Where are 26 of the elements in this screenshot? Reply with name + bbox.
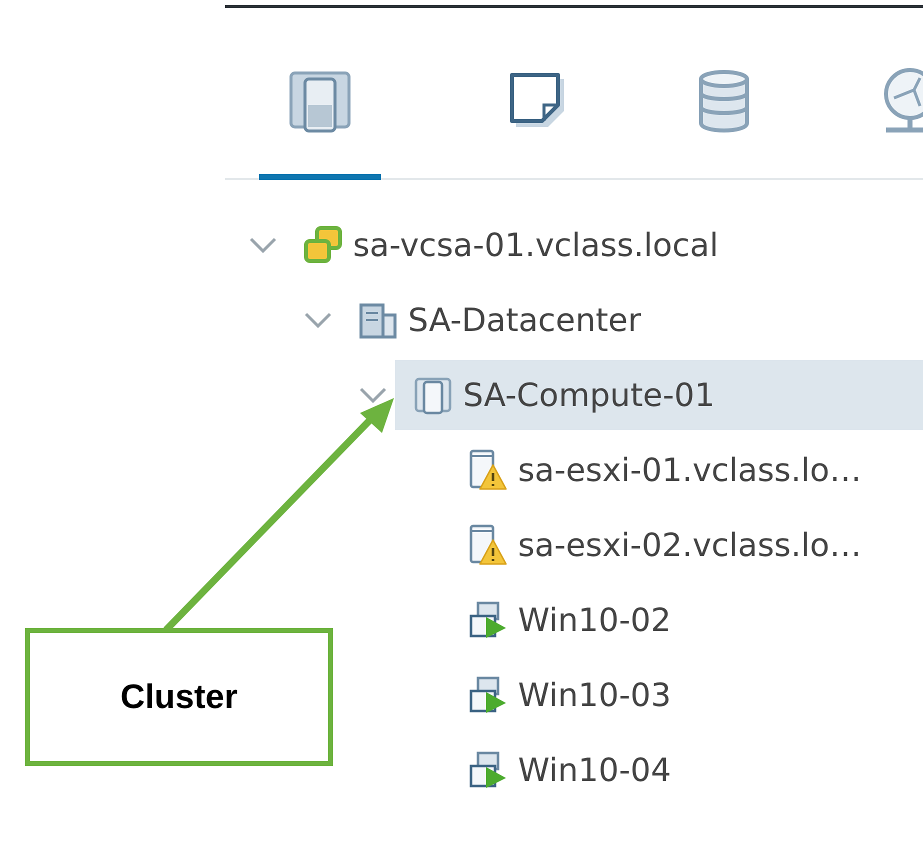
tree-node[interactable]: SA-Datacenter: [340, 284, 923, 354]
chevron-down-icon[interactable]: [358, 386, 388, 404]
server-stack-icon: [289, 69, 351, 133]
node-label: sa-esxi-01.vclass.lo…: [518, 450, 862, 488]
tree-node[interactable]: Win10-02: [450, 584, 923, 654]
tree-node[interactable]: sa-vcsa-01.vclass.local: [285, 210, 923, 280]
tree-node[interactable]: Win10-03: [450, 660, 923, 730]
node-label: Win10-03: [518, 676, 672, 714]
window-play-icon: [468, 600, 508, 640]
tree-node[interactable]: SA-Compute-01: [395, 360, 923, 430]
tree-node[interactable]: Win10-04: [450, 734, 923, 804]
chevron-down-icon[interactable]: [302, 310, 332, 328]
callout-label: Cluster: [25, 628, 333, 766]
linked-squares-icon: [303, 224, 343, 264]
database-icon: [697, 69, 751, 133]
node-label: Win10-04: [518, 750, 672, 788]
chevron-down-icon[interactable]: [248, 236, 278, 254]
tree-node[interactable]: sa-esxi-01.vclass.lo…: [450, 434, 923, 504]
node-label: SA-Compute-01: [463, 376, 715, 414]
node-label: SA-Datacenter: [408, 300, 641, 338]
node-label: sa-vcsa-01.vclass.local: [353, 226, 718, 264]
node-label: sa-esxi-02.vclass.lo…: [518, 526, 862, 564]
tree-node[interactable]: sa-esxi-02.vclass.lo…: [450, 510, 923, 580]
window-play-icon: [468, 750, 508, 790]
node-label: Win10-02: [518, 600, 672, 638]
window-play-icon: [468, 674, 508, 714]
